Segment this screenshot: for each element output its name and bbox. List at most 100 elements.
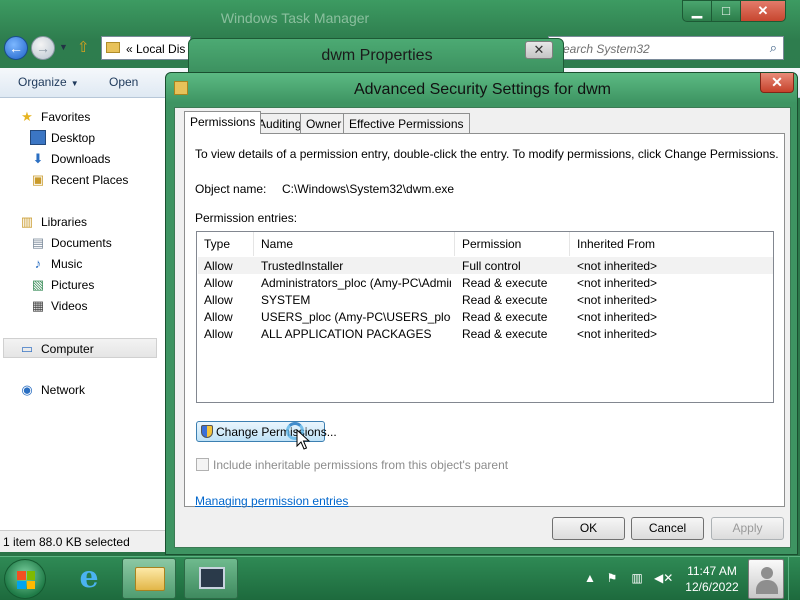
column-header-type[interactable]: Type	[197, 232, 254, 256]
cell-name: TrustedInstaller	[261, 259, 344, 273]
taskbar-task-manager[interactable]	[184, 558, 238, 599]
explorer-titlebar[interactable]: Windows Task Manager ▁ □ ✕	[0, 0, 800, 30]
cell-inherited-from: <not inherited>	[577, 310, 658, 324]
user-avatar[interactable]	[748, 559, 784, 599]
maximize-button[interactable]: □	[711, 0, 741, 22]
object-name-label: Object name:	[195, 182, 267, 196]
clock[interactable]: 11:47 AM 12/6/2022	[672, 563, 752, 595]
arrow-left-icon: ←	[9, 40, 23, 56]
column-header-name[interactable]: Name	[254, 232, 455, 256]
nav-desktop-label: Desktop	[51, 131, 96, 145]
cell-permission: Read & execute	[462, 327, 548, 341]
nav-desktop[interactable]: Desktop	[0, 128, 168, 148]
nav-videos[interactable]: ▦ Videos	[0, 296, 168, 316]
cell-permission: Read & execute	[462, 310, 548, 324]
dialog-title: Advanced Security Settings for dwm	[353, 81, 611, 98]
documents-icon: ▤	[31, 235, 45, 250]
cell-inherited-from: <not inherited>	[577, 327, 658, 341]
back-button[interactable]: ←	[4, 36, 28, 60]
navigation-pane: ★ Favorites Desktop ⬇ Downloads ▣ Recent…	[0, 98, 168, 530]
cell-inherited-from: <not inherited>	[577, 293, 658, 307]
minimize-button[interactable]: ▁	[682, 0, 712, 22]
nav-music-label: Music	[51, 257, 83, 271]
cancel-button[interactable]: Cancel	[631, 517, 704, 540]
cell-name: USERS_ploc (Amy-PC\USERS_ploc)	[261, 310, 451, 324]
explorer-title: Windows Task Manager	[220, 10, 370, 26]
clock-date: 12/6/2022	[685, 580, 739, 594]
taskbar: e ▲ ⚑ ▥ ◀✕ 11:47 AM 12/6/2022	[0, 556, 800, 600]
column-header-inherited-from[interactable]: Inherited From	[570, 232, 772, 256]
address-path: « Local Dis	[126, 42, 186, 56]
properties-close-button[interactable]: ✕	[525, 41, 553, 59]
inherit-permissions-label: Include inheritable permissions from thi…	[213, 458, 509, 472]
nav-network[interactable]: ◉ Network	[0, 380, 168, 400]
nav-documents[interactable]: ▤ Documents	[0, 233, 168, 253]
open-button[interactable]: Open	[109, 75, 138, 89]
organize-button[interactable]: Organize ▼	[18, 75, 79, 89]
nav-downloads[interactable]: ⬇ Downloads	[0, 149, 168, 169]
permission-entries-list[interactable]: Type Name Permission Inherited From Allo…	[196, 231, 774, 403]
apply-button[interactable]: Apply	[711, 517, 784, 540]
ok-button[interactable]: OK	[552, 517, 625, 540]
nav-favorites[interactable]: ★ Favorites	[0, 107, 168, 127]
table-row[interactable]: Allow SYSTEM Read & execute <not inherit…	[198, 291, 773, 308]
up-folder-icon[interactable]: ⇧	[77, 38, 95, 58]
libraries-icon: ▥	[20, 214, 34, 229]
tab-effective-permissions[interactable]: Effective Permissions	[343, 113, 470, 133]
table-row[interactable]: Allow ALL APPLICATION PACKAGES Read & ex…	[198, 325, 773, 342]
windows-explorer-icon	[135, 567, 165, 591]
arrow-right-icon: →	[36, 40, 50, 56]
cell-name: Administrators_ploc (Amy-PC\Administ...	[261, 276, 451, 290]
nav-music[interactable]: ♪ Music	[0, 254, 168, 274]
nav-libraries-label: Libraries	[41, 215, 88, 229]
action-center-flag-icon[interactable]: ⚑	[605, 571, 619, 587]
user-body-icon	[756, 580, 778, 594]
table-row[interactable]: Allow Administrators_ploc (Amy-PC\Admini…	[198, 274, 773, 291]
managing-permission-entries-link[interactable]: Managing permission entries	[195, 494, 348, 508]
properties-dialog-title: dwm Properties	[321, 47, 433, 64]
status-text: 1 item 88.0 KB selected	[3, 535, 130, 549]
change-permissions-button[interactable]: Change Permissions...	[196, 421, 337, 450]
show-hidden-icons-icon[interactable]: ▲	[583, 571, 597, 587]
network-icon: ◉	[21, 382, 33, 397]
cell-type: Allow	[204, 310, 233, 324]
cell-permission: Read & execute	[462, 276, 548, 290]
taskbar-internet-explorer[interactable]: e	[62, 558, 116, 599]
forward-button[interactable]: →	[31, 36, 55, 60]
tab-permissions[interactable]: Permissions	[184, 111, 262, 134]
show-desktop-button[interactable]	[788, 557, 800, 600]
nav-libraries[interactable]: ▥ Libraries	[0, 212, 168, 232]
cell-type: Allow	[204, 293, 233, 307]
network-status-icon[interactable]: ▥	[630, 571, 644, 587]
recent-pages-dropdown[interactable]: ▼	[59, 42, 68, 52]
cell-inherited-from: <not inherited>	[577, 276, 658, 290]
start-button[interactable]	[4, 559, 46, 599]
volume-muted-icon[interactable]: ◀✕	[654, 571, 673, 587]
nav-computer[interactable]: ▭ Computer	[3, 338, 157, 358]
address-bar[interactable]: « Local Dis	[101, 36, 191, 60]
cell-name: ALL APPLICATION PACKAGES	[261, 327, 432, 341]
nav-pictures-label: Pictures	[51, 278, 95, 292]
nav-pictures[interactable]: ▧ Pictures	[0, 275, 168, 295]
task-manager-icon	[199, 567, 225, 589]
status-bar: 1 item 88.0 KB selected	[0, 530, 168, 552]
taskbar-windows-explorer[interactable]	[122, 558, 176, 599]
close-button[interactable]: ✕	[740, 0, 786, 22]
table-row[interactable]: Allow TrustedInstaller Full control <not…	[198, 257, 773, 274]
recent-places-icon: ▣	[31, 172, 45, 187]
windows-logo-icon	[17, 571, 35, 589]
nav-favorites-label: Favorites	[41, 110, 91, 124]
table-row[interactable]: Allow USERS_ploc (Amy-PC\USERS_ploc) Rea…	[198, 308, 773, 325]
permissions-tab-panel: To view details of a permission entry, d…	[184, 133, 785, 508]
organize-label: Organize	[18, 75, 67, 89]
cell-type: Allow	[204, 327, 233, 341]
inherit-permissions-checkbox[interactable]	[196, 458, 209, 471]
search-icon[interactable]: ⌕	[770, 40, 777, 56]
nav-recent-places[interactable]: ▣ Recent Places	[0, 170, 168, 190]
dialog-close-button[interactable]: ✕	[760, 73, 794, 93]
nav-recent-places-label: Recent Places	[51, 173, 129, 187]
search-input[interactable]: Search System32 ⌕	[548, 36, 784, 60]
tab-owner[interactable]: Owner	[300, 113, 348, 133]
chevron-down-icon: ▼	[70, 79, 79, 88]
column-header-permission[interactable]: Permission	[455, 232, 570, 256]
